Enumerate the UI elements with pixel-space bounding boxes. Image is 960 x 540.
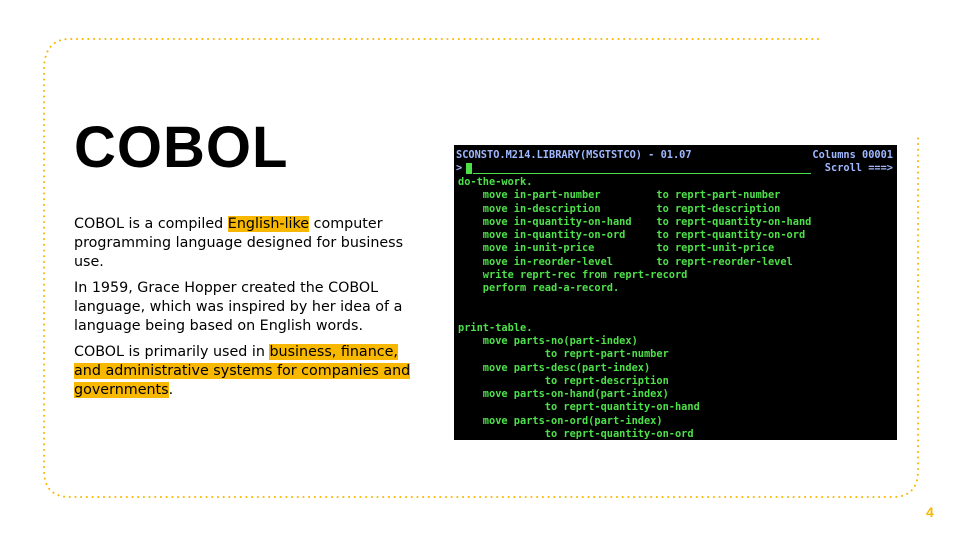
code-line: move in-quantity-on-ord to reprt-quantit…	[458, 229, 806, 241]
code-line: to reprt-quantity-on-hand	[458, 401, 700, 414]
code-line: move parts-desc(part-index)	[458, 361, 651, 374]
terminal-columns: Columns 00001	[812, 149, 893, 161]
terminal-scroll: Scroll ===>	[824, 162, 893, 174]
code-line: move in-description to reprt-description	[458, 202, 781, 215]
terminal-cursor	[466, 163, 472, 174]
terminal-prompt: >	[456, 162, 463, 174]
terminal-code: do-the-work. move in-part-number to repr…	[454, 176, 897, 440]
code-line: move parts-on-ord(part-index)	[458, 414, 663, 427]
slide-body: COBOL is a compiled English-like compute…	[74, 215, 426, 407]
code-line: move in-quantity-on-hand to reprt-quanti…	[458, 215, 812, 228]
code-line: to reprt-quantity-on-ord	[458, 427, 694, 440]
code-line: to reprt-part-number	[458, 348, 669, 361]
text-span: COBOL is a compiled	[74, 216, 228, 232]
terminal-command-line: > Scroll ===>	[454, 162, 897, 175]
cobol-terminal-screenshot: SCONSTO.M214.LIBRARY(MSGTSTCO) - 01.07 C…	[454, 145, 897, 440]
code-line: perform read-a-record.	[458, 282, 620, 294]
slide-title: COBOL	[74, 115, 289, 180]
code-line: move parts-no(part-index)	[458, 335, 638, 347]
code-line: move in-unit-price to reprt-unit-price	[458, 242, 775, 255]
paragraph-definition: COBOL is a compiled English-like compute…	[74, 215, 426, 272]
code-line: write reprt-rec from reprt-record	[458, 268, 688, 281]
text-span: .	[168, 382, 174, 398]
code-line: print-table.	[458, 321, 533, 334]
code-line: move in-part-number to reprt-part-number	[458, 189, 781, 202]
terminal-header: SCONSTO.M214.LIBRARY(MSGTSTCO) - 01.07 C…	[454, 149, 897, 162]
page-number: 4	[926, 504, 934, 520]
terminal-dataset-name: SCONSTO.M214.LIBRARY(MSGTSTCO) - 01.07	[456, 149, 692, 161]
terminal-command-underline	[473, 173, 811, 174]
highlight-english-like: English-like	[227, 216, 310, 232]
code-line: move in-reorder-level to reprt-reorder-l…	[458, 255, 793, 268]
code-line: to reprt-description	[458, 374, 669, 387]
paragraph-usage: COBOL is primarily used in business, fin…	[74, 343, 426, 400]
paragraph-history: In 1959, Grace Hopper created the COBOL …	[74, 280, 403, 334]
text-span: COBOL is primarily used in	[74, 344, 270, 360]
code-line: move parts-on-hand(part-index)	[458, 388, 669, 400]
code-line: do-the-work.	[458, 176, 533, 188]
